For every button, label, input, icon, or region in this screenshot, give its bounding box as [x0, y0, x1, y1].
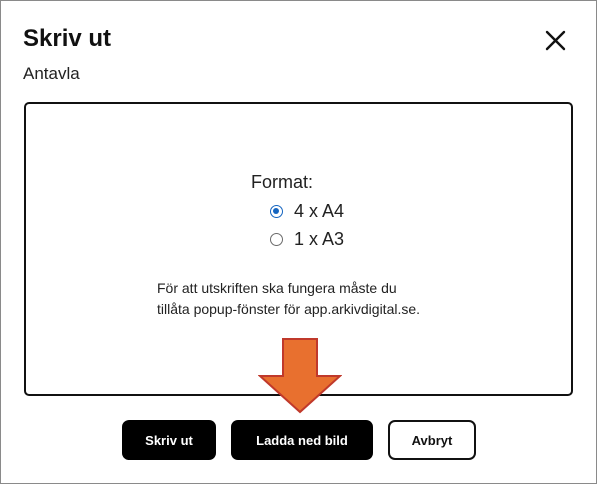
format-option-1xa3[interactable]: 1 x A3: [270, 229, 344, 250]
dialog-subtitle: Antavla: [23, 64, 80, 83]
radio-button-selected[interactable]: [270, 205, 283, 218]
close-icon[interactable]: [539, 25, 571, 57]
print-button[interactable]: Skriv ut: [122, 420, 216, 460]
format-label: Format:: [251, 172, 314, 192]
format-option-label: 4 x A4: [294, 201, 345, 221]
dialog-title: Skriv ut: [23, 25, 112, 52]
cancel-button[interactable]: Avbryt: [388, 420, 476, 460]
format-option-label: 1 x A3: [294, 229, 345, 249]
format-option-4xa4[interactable]: 4 x A4: [270, 201, 344, 222]
format-panel: Format: 4 x A4 1 x A3 För att utskriften…: [24, 102, 573, 396]
print-dialog: Skriv ut Antavla Format: 4 x A4 1 x A3 F…: [0, 0, 597, 484]
download-image-button[interactable]: Ladda ned bild: [231, 420, 373, 460]
radio-button[interactable]: [270, 233, 283, 246]
popup-note: För att utskriften ska fungera måste du …: [157, 280, 421, 317]
